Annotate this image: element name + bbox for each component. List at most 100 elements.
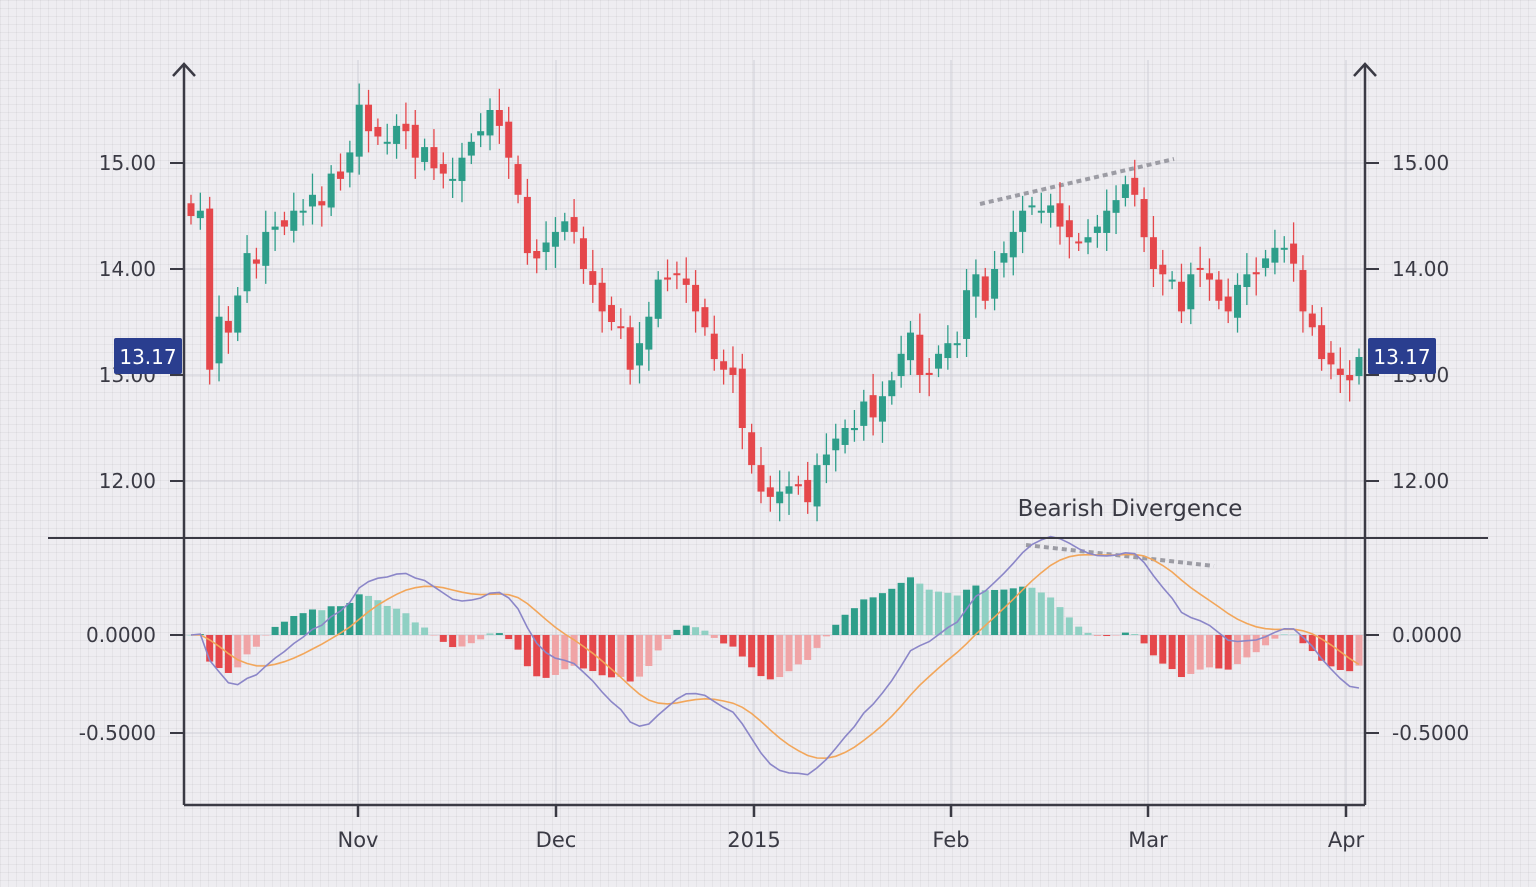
candle-body bbox=[1215, 279, 1223, 301]
candle-body bbox=[636, 343, 644, 366]
histogram-bar bbox=[701, 630, 709, 635]
histogram-bar bbox=[888, 588, 896, 635]
histogram-bar bbox=[822, 635, 830, 637]
candle-body bbox=[187, 203, 195, 216]
candle-body bbox=[542, 242, 550, 253]
candle-body bbox=[514, 164, 522, 195]
candle-body bbox=[299, 210, 307, 213]
candle-body bbox=[1037, 210, 1045, 213]
candle-body bbox=[486, 110, 494, 136]
histogram-bar bbox=[645, 635, 653, 667]
price-tick-label-right: 15.00 bbox=[1392, 151, 1449, 175]
candle-body bbox=[953, 343, 961, 346]
candle-body bbox=[1159, 264, 1167, 275]
candle-body bbox=[860, 401, 868, 426]
histogram-bar bbox=[1346, 635, 1354, 672]
histogram-bar bbox=[860, 599, 868, 635]
candle-body bbox=[523, 196, 531, 254]
candle-body bbox=[720, 361, 728, 370]
histogram-bar bbox=[832, 624, 840, 635]
candle-body bbox=[290, 210, 298, 231]
macd-tick-label-right: -0.5000 bbox=[1392, 721, 1469, 745]
candle-body bbox=[1103, 210, 1111, 233]
price-tick-label-right: 12.00 bbox=[1392, 469, 1449, 493]
candle-body bbox=[692, 284, 700, 312]
candle-body bbox=[804, 479, 812, 503]
histogram-bar bbox=[579, 635, 587, 669]
histogram-bar bbox=[1103, 635, 1111, 637]
candle-body bbox=[785, 486, 793, 494]
histogram-bar bbox=[757, 635, 765, 677]
histogram-bar bbox=[720, 635, 728, 644]
candle-body bbox=[832, 438, 840, 451]
histogram-bar bbox=[551, 635, 559, 675]
candle-body bbox=[813, 465, 821, 507]
candle-body bbox=[682, 278, 690, 285]
candle-body bbox=[906, 332, 914, 361]
candle-body bbox=[467, 141, 475, 156]
histogram-bar bbox=[1093, 635, 1101, 636]
histogram-bar bbox=[1084, 632, 1092, 635]
candle-body bbox=[280, 220, 288, 227]
candle-body bbox=[1234, 284, 1242, 318]
candle-body bbox=[1047, 205, 1055, 213]
candle-body bbox=[850, 428, 858, 431]
histogram-bar bbox=[486, 633, 494, 635]
candle-body bbox=[766, 487, 774, 497]
candle-body bbox=[439, 164, 447, 174]
histogram-bar bbox=[215, 635, 223, 669]
candle-body bbox=[271, 226, 279, 230]
candle-body bbox=[607, 305, 615, 322]
histogram-bar bbox=[673, 629, 681, 635]
histogram-bar bbox=[1187, 635, 1195, 674]
candle-body bbox=[1224, 296, 1232, 312]
histogram-bar bbox=[916, 583, 924, 635]
candle-body bbox=[1177, 281, 1185, 312]
x-tick-label: Dec bbox=[536, 828, 577, 852]
candle-body bbox=[1308, 313, 1316, 328]
histogram-bar bbox=[402, 613, 410, 635]
histogram-bar bbox=[393, 608, 401, 635]
axes bbox=[48, 62, 1488, 817]
histogram-bar bbox=[458, 635, 466, 647]
candle-body bbox=[738, 368, 746, 428]
candle-body bbox=[729, 367, 737, 375]
candle-body bbox=[1009, 231, 1017, 258]
candle-body bbox=[626, 327, 634, 370]
histogram-bar bbox=[794, 635, 802, 665]
histogram-bar bbox=[1112, 635, 1120, 636]
candle-body bbox=[243, 253, 251, 292]
price-divergence-line bbox=[979, 157, 1175, 206]
histogram-bar bbox=[654, 635, 662, 651]
candle-body bbox=[664, 277, 672, 280]
candle-body bbox=[551, 231, 559, 247]
candle-body bbox=[1187, 274, 1195, 310]
histogram-bar bbox=[682, 625, 690, 635]
histogram-bar bbox=[617, 635, 625, 677]
candle-body bbox=[262, 231, 270, 266]
price-tick-label-left: 14.00 bbox=[99, 257, 156, 281]
candle-body bbox=[1093, 226, 1101, 233]
histogram-bar bbox=[1215, 635, 1223, 669]
histogram-bar bbox=[935, 591, 943, 635]
candle-body bbox=[1084, 237, 1092, 243]
candle-body bbox=[878, 396, 886, 422]
candle-body bbox=[1271, 247, 1279, 263]
candle-body bbox=[1205, 273, 1213, 280]
histogram-bar bbox=[776, 635, 784, 678]
histogram-bar bbox=[299, 613, 307, 635]
candle-body bbox=[337, 171, 345, 179]
histogram-bar bbox=[449, 635, 457, 648]
histogram-bar bbox=[1009, 588, 1017, 635]
candle-body bbox=[411, 124, 419, 158]
candle-body bbox=[822, 454, 830, 466]
histogram-bar bbox=[1327, 635, 1335, 667]
candle-body bbox=[579, 238, 587, 269]
histogram-bar bbox=[327, 606, 335, 635]
histogram-bar bbox=[1252, 635, 1260, 653]
price-tag-right-text: 13.17 bbox=[1373, 345, 1430, 369]
histogram-bar bbox=[804, 635, 812, 660]
histogram-bar bbox=[234, 635, 242, 668]
histogram-bar bbox=[1131, 634, 1139, 635]
candle-body bbox=[196, 210, 204, 219]
